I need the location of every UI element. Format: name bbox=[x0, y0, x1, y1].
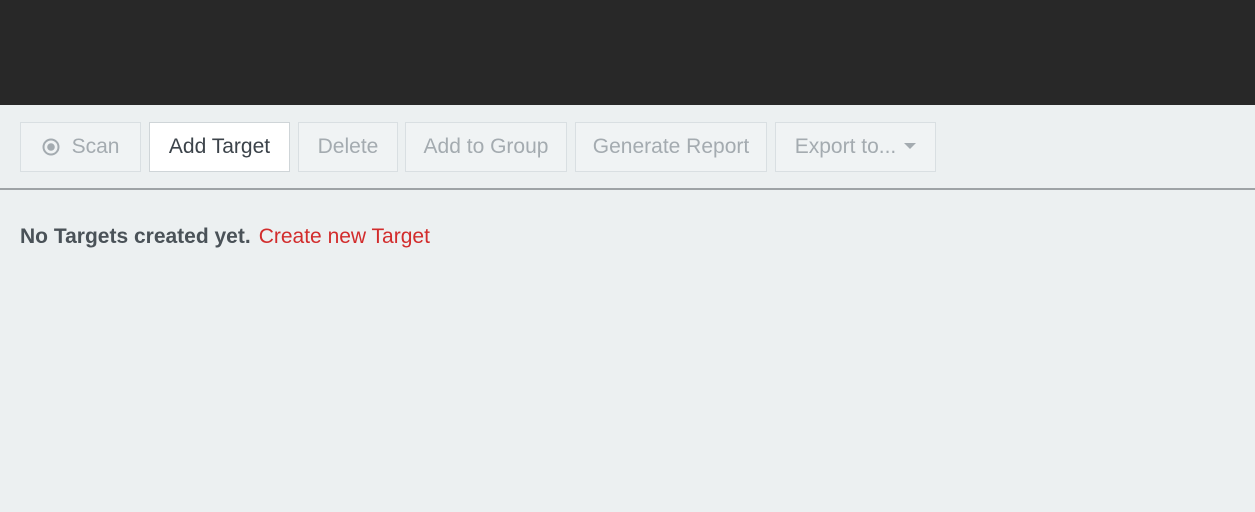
generate-report-button-label: Generate Report bbox=[592, 135, 750, 158]
add-to-group-button-label: Add to Group bbox=[423, 135, 549, 158]
create-new-target-link[interactable]: Create new Target bbox=[259, 225, 430, 248]
delete-button-label: Delete bbox=[317, 135, 379, 158]
generate-report-button[interactable]: Generate Report bbox=[575, 122, 767, 172]
scan-button-label: Scan bbox=[71, 135, 120, 158]
export-dropdown-button[interactable]: Export to... bbox=[775, 122, 936, 172]
add-to-group-button[interactable]: Add to Group bbox=[405, 122, 567, 172]
toolbar: Scan Add Target Delete Add to Group Gene… bbox=[0, 105, 1255, 190]
delete-button[interactable]: Delete bbox=[298, 122, 398, 172]
top-header-bar bbox=[0, 0, 1255, 105]
add-target-button-label: Add Target bbox=[168, 135, 271, 158]
export-button-label: Export to... bbox=[794, 135, 897, 158]
add-target-button[interactable]: Add Target bbox=[149, 122, 290, 172]
caret-down-icon bbox=[904, 143, 917, 149]
empty-state-message: No Targets created yet. bbox=[20, 225, 251, 248]
scan-button[interactable]: Scan bbox=[20, 122, 141, 172]
target-icon bbox=[42, 138, 60, 156]
empty-state: No Targets created yet. Create new Target bbox=[20, 223, 430, 251]
